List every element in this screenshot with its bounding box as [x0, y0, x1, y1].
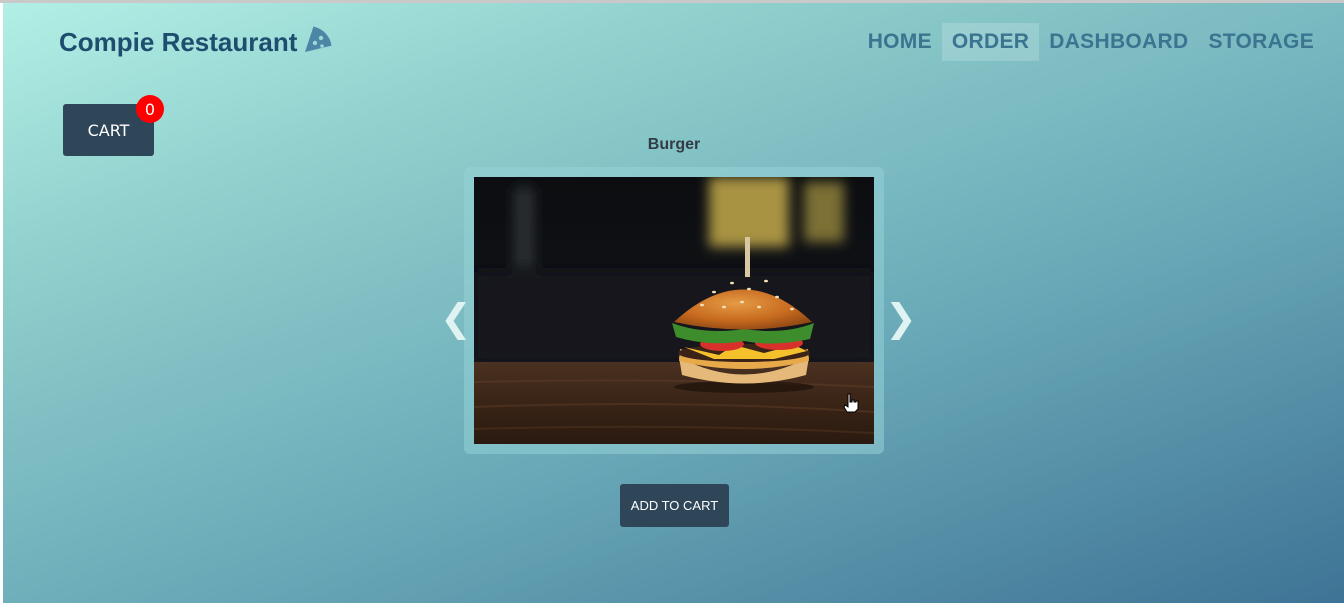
product-carousel	[464, 167, 884, 454]
nav-storage[interactable]: STORAGE	[1198, 23, 1324, 61]
hand-pointer-cursor-icon	[843, 393, 859, 413]
brand-logo[interactable]: Compie Restaurant	[59, 26, 332, 58]
carousel-prev-arrow[interactable]: ❮	[440, 299, 472, 337]
carousel-next-arrow[interactable]: ❯	[885, 299, 917, 337]
main-nav: HOME ORDER DASHBOARD STORAGE	[858, 23, 1324, 61]
brand-name: Compie Restaurant	[59, 27, 298, 57]
add-to-cart-button[interactable]: ADD TO CART	[620, 484, 729, 527]
nav-home[interactable]: HOME	[858, 23, 942, 61]
nav-order[interactable]: ORDER	[941, 23, 1040, 61]
burger-photo	[474, 177, 874, 444]
nav-dashboard[interactable]: DASHBOARD	[1039, 23, 1198, 61]
app-container: Compie Restaurant HOME ORDER DASHBOARD S…	[3, 3, 1344, 603]
pizza-slice-icon	[305, 26, 332, 52]
cart-count-badge: 0	[136, 95, 164, 123]
product-title: Burger	[647, 136, 701, 153]
